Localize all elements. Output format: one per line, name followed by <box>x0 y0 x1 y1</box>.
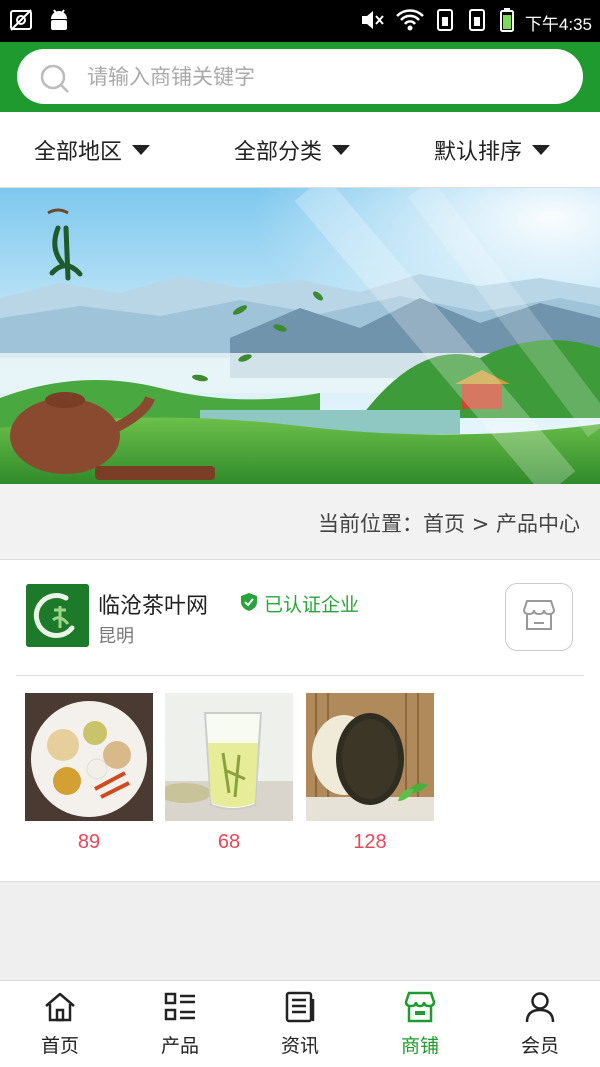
bottom-nav: 首页 产品 资讯 商铺 会员 <box>0 980 600 1067</box>
filter-sort-dropdown[interactable]: 默认排序 <box>434 112 551 188</box>
product-item[interactable]: 128 <box>306 693 434 854</box>
tea-banner-image[interactable] <box>0 188 600 484</box>
search-input[interactable] <box>87 49 567 104</box>
filter-region-dropdown[interactable]: 全部地区 <box>34 112 151 188</box>
filter-region-label: 全部地区 <box>34 140 123 165</box>
sim2-signal-icon <box>467 7 489 37</box>
status-bar: 下午4:35 <box>0 0 600 42</box>
nav-home-label: 首页 <box>40 1035 79 1057</box>
search-icon <box>39 63 71 99</box>
caret-down-icon <box>532 145 551 155</box>
nav-products[interactable]: 产品 <box>120 981 240 1067</box>
filter-sort-label: 默认排序 <box>434 140 523 165</box>
product-image-herbs[interactable] <box>25 693 153 821</box>
breadcrumb: 当前位置：首页 > 产品中心 <box>0 484 600 560</box>
breadcrumb-text: 当前位置：首页 > 产品中心 <box>318 512 580 536</box>
sim1-signal-icon <box>435 7 457 37</box>
store-city: 昆明 <box>98 626 134 647</box>
store-card: 临沧茶叶网 已认证企业 昆明 89 68 128 <box>0 560 600 882</box>
product-price: 128 <box>353 831 387 853</box>
nav-member-label: 会员 <box>520 1035 559 1057</box>
product-image-green-tea-glass[interactable] <box>165 693 293 821</box>
shield-check-icon <box>240 592 258 616</box>
product-price: 89 <box>77 831 101 853</box>
store-logo[interactable] <box>26 584 89 647</box>
wifi-icon <box>395 7 425 37</box>
nav-home[interactable]: 首页 <box>0 981 120 1067</box>
filter-category-dropdown[interactable]: 全部分类 <box>234 112 351 188</box>
grid-list-icon <box>163 991 197 1027</box>
verified-badge: 已认证企业 <box>240 590 359 617</box>
product-item[interactable]: 68 <box>165 693 293 854</box>
filter-bar: 全部地区 全部分类 默认排序 <box>0 112 600 188</box>
product-price: 68 <box>217 831 241 853</box>
caret-down-icon <box>132 145 151 155</box>
search-bar[interactable] <box>17 49 583 104</box>
search-header <box>0 42 600 112</box>
nav-shops-label: 商铺 <box>400 1035 439 1057</box>
home-icon <box>43 991 77 1027</box>
nav-news[interactable]: 资讯 <box>240 981 360 1067</box>
filter-category-label: 全部分类 <box>234 140 323 165</box>
nav-member[interactable]: 会员 <box>480 981 600 1067</box>
nav-news-label: 资讯 <box>280 1035 319 1057</box>
mute-icon <box>359 7 385 37</box>
status-time: 下午4:35 <box>524 14 592 34</box>
nav-shops[interactable]: 商铺 <box>360 981 480 1067</box>
shop-icon <box>403 991 437 1027</box>
no-image-notification-icon <box>8 7 34 37</box>
battery-icon <box>499 7 515 37</box>
nav-products-label: 产品 <box>160 1035 199 1057</box>
divider <box>16 675 584 676</box>
caret-down-icon <box>332 145 351 155</box>
product-image-puer-cake[interactable] <box>306 693 434 821</box>
android-icon <box>46 7 72 37</box>
product-item[interactable]: 89 <box>25 693 153 854</box>
storefront-icon <box>521 598 557 636</box>
news-icon <box>283 991 317 1027</box>
store-name[interactable]: 临沧茶叶网 <box>98 588 208 620</box>
verified-label: 已认证企业 <box>264 594 360 616</box>
user-icon <box>523 991 557 1027</box>
enter-shop-button[interactable] <box>505 583 573 651</box>
